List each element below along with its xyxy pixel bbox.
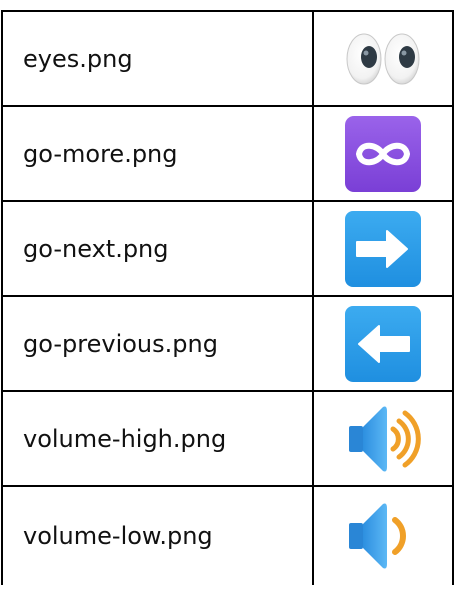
icon-cell (312, 295, 454, 392)
table-row: go-next.png (1, 200, 454, 297)
filename-text: go-more.png (23, 139, 178, 168)
left-arrow-icon (345, 305, 421, 382)
icon-cell (312, 200, 454, 297)
table-row: go-more.png (1, 105, 454, 202)
infinity-icon (345, 115, 421, 192)
filename-text: go-next.png (23, 234, 169, 263)
filename-text: eyes.png (23, 44, 133, 73)
table-row: volume-high.png (1, 390, 454, 487)
eyes-icon (346, 33, 420, 84)
filename-text: volume-high.png (23, 424, 227, 453)
filename-cell: eyes.png (1, 10, 314, 107)
filename-cell: volume-high.png (1, 390, 314, 487)
icon-file-table: eyes.png go-more.png go-next.png go-prev… (1, 10, 454, 585)
table-row: go-previous.png (1, 295, 454, 392)
right-arrow-icon (345, 210, 421, 287)
speaker-high-volume-icon (349, 406, 421, 471)
icon-cell (312, 10, 454, 107)
filename-cell: go-next.png (1, 200, 314, 297)
filename-text: volume-low.png (23, 522, 213, 550)
speaker-low-volume-icon (349, 503, 406, 569)
filename-cell: go-previous.png (1, 295, 314, 392)
filename-text: go-previous.png (23, 329, 218, 358)
filename-cell: volume-low.png (1, 485, 314, 585)
table-row: volume-low.png (1, 485, 454, 585)
icon-cell (312, 390, 454, 487)
icon-cell (312, 485, 454, 585)
icon-cell (312, 105, 454, 202)
table-row: eyes.png (1, 10, 454, 107)
filename-cell: go-more.png (1, 105, 314, 202)
